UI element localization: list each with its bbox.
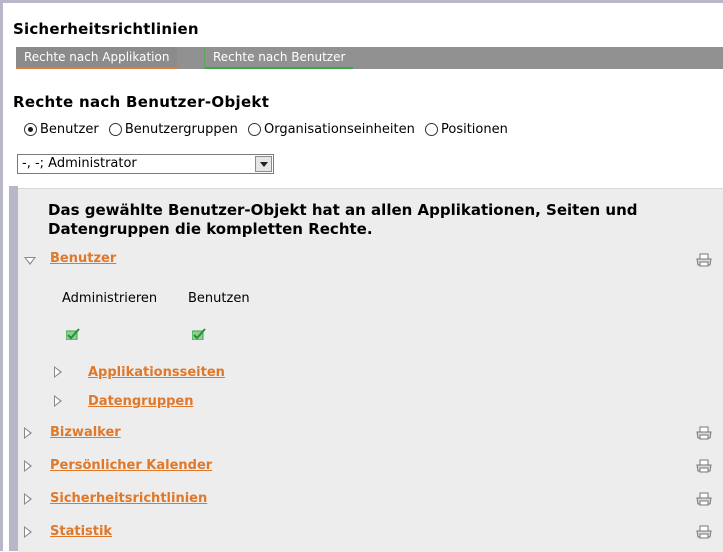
section-title: Rechte nach Benutzer-Objekt bbox=[13, 93, 270, 111]
tree-item-sicherheitsrichtlinien[interactable]: Sicherheitsrichtlinien bbox=[50, 491, 207, 506]
expand-icon[interactable] bbox=[54, 395, 62, 407]
printer-icon[interactable] bbox=[696, 492, 712, 506]
expand-icon[interactable] bbox=[24, 427, 32, 439]
radio-selected-icon bbox=[24, 123, 37, 136]
printer-icon[interactable] bbox=[696, 459, 712, 473]
radio-organisationseinheiten[interactable]: Organisationseinheiten bbox=[247, 122, 415, 137]
radio-label: Benutzergruppen bbox=[124, 122, 238, 137]
window-frame-top bbox=[0, 0, 723, 3]
checkmark-icon bbox=[66, 328, 80, 340]
permission-column-benutzen: Benutzen bbox=[188, 291, 250, 306]
tree-item-statistik[interactable]: Statistik bbox=[50, 524, 112, 539]
expand-icon[interactable] bbox=[54, 366, 62, 378]
radio-positionen[interactable]: Positionen bbox=[424, 122, 508, 137]
tree-item-applikationsseiten[interactable]: Applikationsseiten bbox=[88, 365, 225, 380]
radio-label: Organisationseinheiten bbox=[263, 122, 415, 137]
user-select-value: -, -; Administrator bbox=[22, 156, 137, 171]
tab-rechte-nach-applikation[interactable]: Rechte nach Applikation bbox=[16, 47, 178, 69]
expand-icon[interactable] bbox=[24, 460, 32, 472]
user-object-type-radios: Benutzer Benutzergruppen Organisationsei… bbox=[24, 122, 514, 142]
printer-icon[interactable] bbox=[696, 426, 712, 440]
expand-icon[interactable] bbox=[24, 526, 32, 538]
tree-item-datengruppen[interactable]: Datengruppen bbox=[88, 394, 194, 409]
radio-label: Positionen bbox=[440, 122, 508, 137]
page-title: Sicherheitsrichtlinien bbox=[13, 20, 199, 38]
printer-icon[interactable] bbox=[696, 525, 712, 539]
radio-label: Benutzer bbox=[40, 122, 99, 137]
radio-unselected-icon bbox=[108, 123, 122, 136]
collapse-icon[interactable] bbox=[24, 257, 36, 265]
tree-item-benutzer[interactable]: Benutzer bbox=[50, 251, 116, 266]
info-text: Das gewählte Benutzer-Objekt hat an alle… bbox=[48, 201, 638, 238]
radio-unselected-icon bbox=[424, 123, 438, 136]
expand-icon[interactable] bbox=[24, 493, 32, 505]
checkmark-icon bbox=[192, 328, 206, 340]
radio-benutzer[interactable]: Benutzer bbox=[24, 122, 99, 137]
window-frame-left bbox=[0, 0, 3, 551]
panel-frame-left bbox=[9, 186, 18, 551]
permission-column-administrieren: Administrieren bbox=[62, 291, 158, 306]
radio-unselected-icon bbox=[247, 123, 261, 136]
tab-rechte-nach-benutzer[interactable]: Rechte nach Benutzer bbox=[205, 47, 354, 69]
tree-item-persoenlicher-kalender[interactable]: Persönlicher Kalender bbox=[50, 458, 212, 473]
user-select[interactable]: -, -; Administrator bbox=[17, 154, 274, 174]
tree-item-bizwalker[interactable]: Bizwalker bbox=[50, 425, 121, 440]
printer-icon[interactable] bbox=[696, 253, 712, 267]
radio-benutzergruppen[interactable]: Benutzergruppen bbox=[108, 122, 238, 137]
chevron-down-icon[interactable] bbox=[255, 156, 272, 172]
